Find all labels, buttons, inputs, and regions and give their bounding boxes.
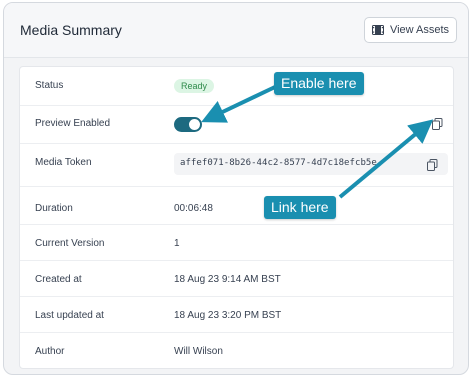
film-icon — [371, 25, 384, 35]
row-created-at: Created at 18 Aug 23 9:14 AM BST — [20, 260, 453, 297]
last-updated-value: 18 Aug 23 3:20 PM BST — [174, 310, 282, 321]
summary-panel: Status Ready Preview Enabled Media Token… — [19, 66, 454, 369]
copy-token-icon[interactable] — [427, 158, 438, 176]
duration-label: Duration — [35, 203, 73, 214]
card-title: Media Summary — [20, 22, 122, 38]
current-version-label: Current Version — [35, 238, 105, 249]
preview-enabled-label: Preview Enabled — [35, 118, 111, 129]
link-here-callout: Link here — [264, 196, 336, 219]
last-updated-label: Last updated at — [35, 310, 104, 321]
media-token-label: Media Token — [35, 157, 92, 168]
media-summary-card: Media Summary View Assets Status Ready P… — [3, 2, 469, 375]
row-last-updated: Last updated at 18 Aug 23 3:20 PM BST — [20, 296, 453, 333]
preview-enabled-toggle[interactable] — [174, 117, 202, 132]
row-media-token: Media Token affef071-8b26-44c2-8577-4d7c… — [20, 143, 453, 187]
status-badge: Ready — [174, 79, 215, 93]
row-author: Author Will Wilson — [20, 332, 453, 370]
current-version-value: 1 — [174, 238, 180, 249]
view-assets-label: View Assets — [389, 24, 450, 36]
media-token-field[interactable]: affef071-8b26-44c2-8577-4d7c18efcb5e — [174, 153, 448, 175]
row-duration: Duration 00:06:48 — [20, 186, 453, 225]
row-current-version: Current Version 1 — [20, 224, 453, 261]
status-label: Status — [35, 80, 64, 91]
author-value: Will Wilson — [174, 346, 223, 357]
row-preview-enabled: Preview Enabled — [20, 105, 453, 144]
row-status: Status Ready — [20, 67, 453, 106]
copy-link-icon[interactable] — [432, 117, 443, 135]
view-assets-button[interactable]: View Assets — [364, 17, 457, 43]
duration-value: 00:06:48 — [174, 203, 213, 214]
enable-here-callout: Enable here — [274, 72, 364, 95]
author-label: Author — [35, 346, 65, 357]
toggle-knob — [189, 119, 200, 130]
created-at-value: 18 Aug 23 9:14 AM BST — [174, 274, 281, 285]
created-at-label: Created at — [35, 274, 82, 285]
card-header: Media Summary View Assets — [4, 3, 468, 58]
media-token-value: affef071-8b26-44c2-8577-4d7c18efcb5e — [180, 158, 377, 168]
